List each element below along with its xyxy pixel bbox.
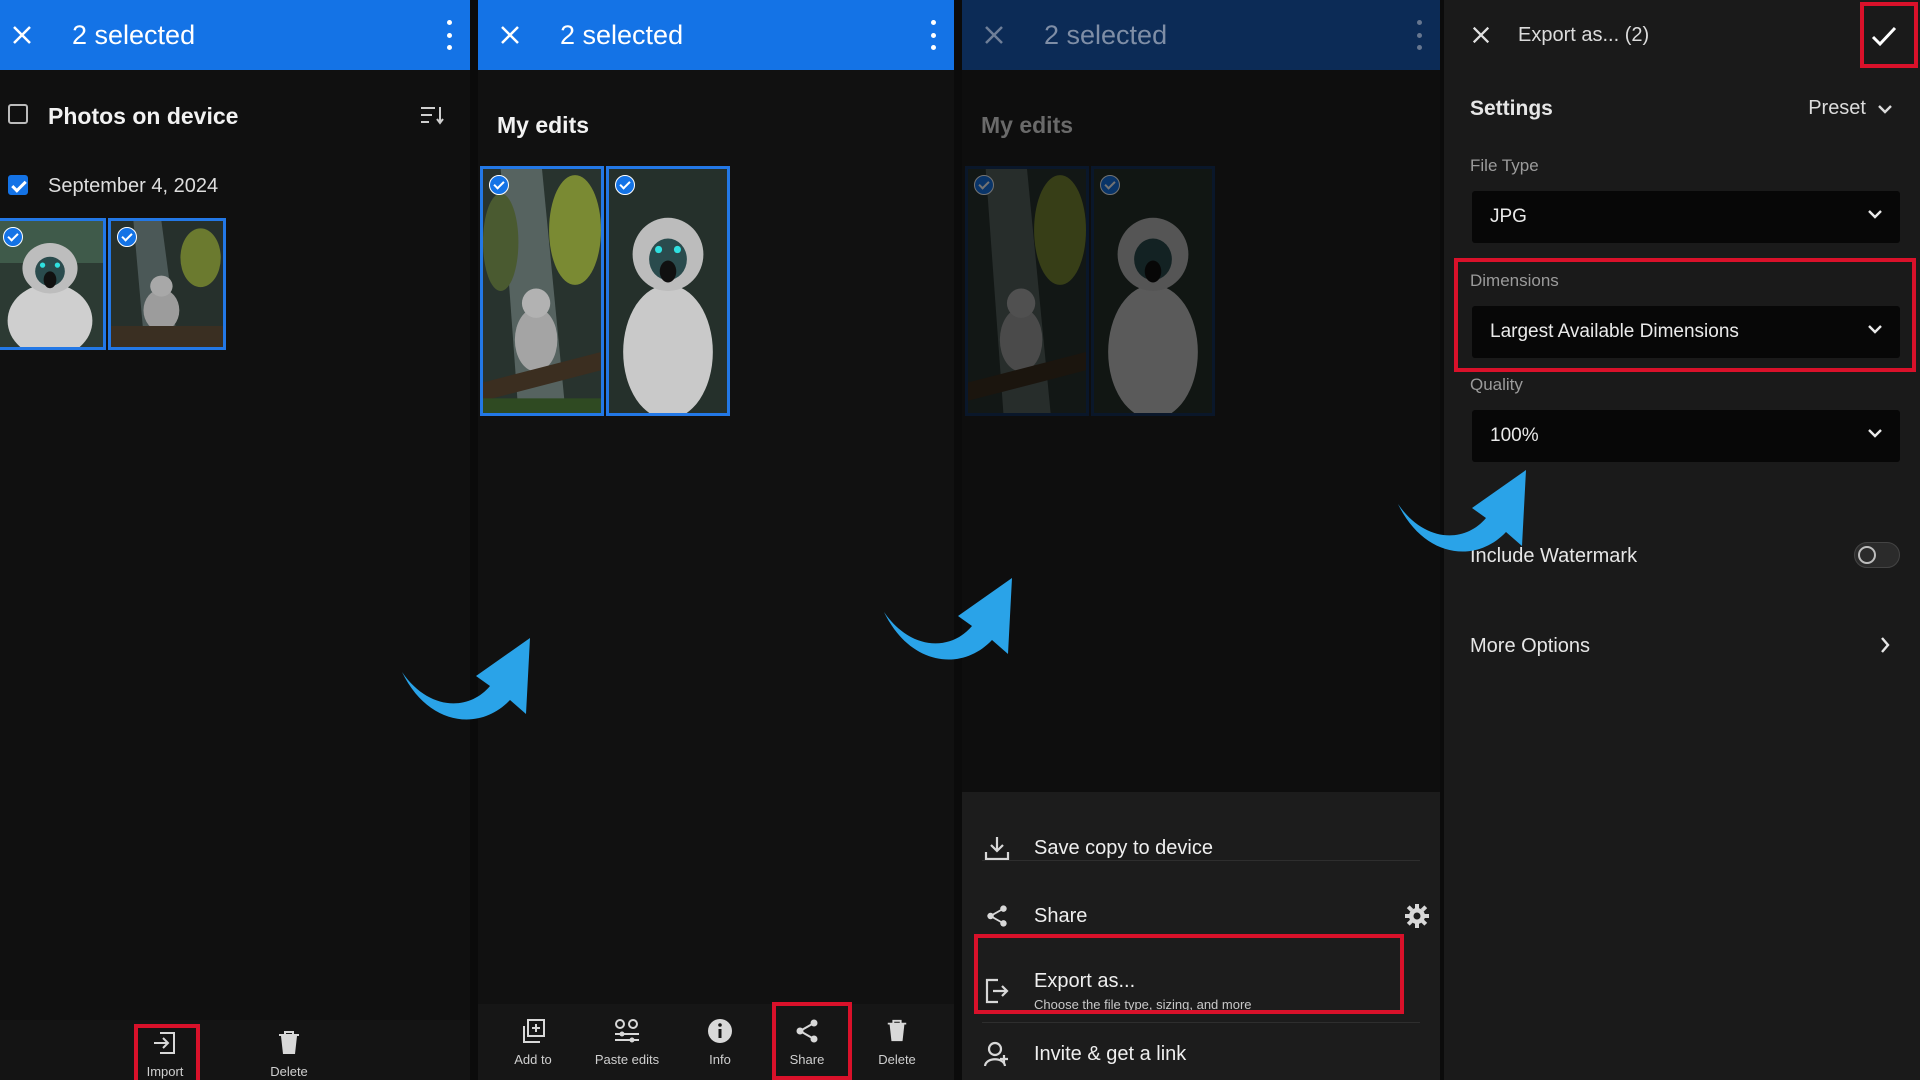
flow-arrow-icon <box>402 638 530 720</box>
quality-value: 100% <box>1490 425 1539 446</box>
preset-dropdown[interactable]: Preset <box>1808 97 1892 120</box>
file-type-select[interactable]: JPG <box>1472 191 1900 243</box>
menu-item-label: Save copy to device <box>1034 836 1213 859</box>
bottom-toolbar: Import Delete <box>0 1020 470 1080</box>
monkey-screaming-image <box>1094 169 1212 413</box>
selected-check-icon <box>3 227 23 247</box>
confirm-highlight-box <box>1860 2 1918 68</box>
export-as-highlight-box <box>974 934 1404 1014</box>
file-type-label: File Type <box>1470 156 1539 175</box>
monkey-screaming-image <box>609 169 727 413</box>
invite-get-link-item[interactable]: Invite & get a link <box>962 1028 1440 1080</box>
photo-thumbnail[interactable] <box>0 218 106 350</box>
more-options-row[interactable]: More Options <box>1444 620 1920 676</box>
flow-arrow-icon <box>1398 470 1526 552</box>
tool-label: Delete <box>878 1052 916 1067</box>
sort-filter-icon[interactable] <box>420 104 444 131</box>
photo-thumbnail[interactable] <box>480 166 604 416</box>
photo-thumbnail[interactable] <box>965 166 1089 416</box>
tool-label: Add to <box>514 1052 552 1067</box>
selected-check-icon <box>974 175 994 195</box>
selection-app-bar: 2 selected <box>962 0 1440 70</box>
monkey-jungle-image <box>968 169 1086 413</box>
selected-check-icon <box>615 175 635 195</box>
close-export-button[interactable] <box>1466 20 1496 50</box>
trash-icon <box>279 1031 299 1054</box>
export-header: Export as... (2) <box>1444 0 1920 70</box>
tool-label: Info <box>709 1052 731 1067</box>
section-title: My edits <box>497 112 590 138</box>
export-title: Export as... (2) <box>1518 23 1650 46</box>
close-icon <box>13 26 31 44</box>
file-type-value: JPG <box>1490 206 1527 227</box>
share-settings-gear-icon[interactable] <box>1404 903 1430 934</box>
menu-item-label: Invite & get a link <box>1034 1042 1187 1065</box>
selected-check-icon <box>489 175 509 195</box>
info-button[interactable]: Info <box>675 1016 765 1067</box>
close-icon <box>985 26 1003 44</box>
chevron-right-icon <box>1881 637 1890 653</box>
photo-thumbnail[interactable] <box>606 166 730 416</box>
invite-user-icon <box>984 1041 1008 1067</box>
close-selection-button[interactable] <box>490 15 530 55</box>
panel-my-edits: 2 selected My edits Add to Paste edits I… <box>478 0 954 1080</box>
selected-check-icon <box>1100 175 1120 195</box>
selection-app-bar: 2 selected <box>478 0 954 70</box>
selection-count-title: 2 selected <box>560 19 684 50</box>
info-icon <box>708 1019 732 1043</box>
paste-edits-icon <box>615 1019 639 1043</box>
chevron-down-icon <box>1868 210 1882 219</box>
selection-count-title: 2 selected <box>1044 19 1168 50</box>
preset-label: Preset <box>1808 97 1866 119</box>
panel-share-sheet: 2 selected My edits Save copy to device <box>962 0 1440 1080</box>
divider <box>982 860 1420 861</box>
close-icon <box>501 26 519 44</box>
close-icon <box>1472 26 1490 44</box>
photo-thumbnail[interactable] <box>1091 166 1215 416</box>
save-copy-to-device-item[interactable]: Save copy to device <box>962 818 1440 878</box>
flow-arrow-icon <box>884 578 1012 660</box>
selection-app-bar: 2 selected <box>0 0 470 70</box>
divider <box>982 1022 1420 1023</box>
monkey-jungle-image <box>483 169 601 413</box>
import-highlight-box <box>134 1024 200 1080</box>
download-icon <box>984 837 1010 861</box>
delete-button[interactable]: Delete <box>244 1028 334 1079</box>
date-group-checkbox[interactable] <box>8 175 28 195</box>
quality-label: Quality <box>1470 375 1523 394</box>
more-menu-icon[interactable] <box>444 20 454 50</box>
paste-edits-button[interactable]: Paste edits <box>582 1016 672 1067</box>
panel-photos-on-device: 2 selected Photos on device September 4,… <box>0 0 470 1080</box>
chevron-down-icon <box>1878 104 1892 114</box>
add-to-button[interactable]: Add to <box>488 1016 578 1067</box>
add-to-icon <box>523 1019 545 1043</box>
section-title: Photos on device <box>48 103 239 129</box>
chevron-down-icon <box>1868 429 1882 438</box>
trash-icon <box>887 1019 907 1042</box>
more-menu-icon[interactable] <box>1414 20 1424 50</box>
section-title: My edits <box>981 112 1074 138</box>
tool-label: Paste edits <box>594 1052 660 1067</box>
photo-thumbnail[interactable] <box>108 218 226 350</box>
quality-select[interactable]: 100% <box>1472 410 1900 462</box>
select-all-checkbox[interactable] <box>8 104 28 124</box>
close-selection-button[interactable] <box>2 15 42 55</box>
close-selection-button[interactable] <box>974 15 1014 55</box>
menu-item-label: Share <box>1034 904 1088 927</box>
tool-label: Delete <box>270 1064 308 1079</box>
share-icon <box>987 905 1007 927</box>
settings-heading: Settings <box>1470 97 1553 120</box>
more-options-label: More Options <box>1470 635 1591 657</box>
delete-button[interactable]: Delete <box>852 1016 942 1067</box>
share-highlight-box <box>772 1002 852 1080</box>
bottom-toolbar: Add to Paste edits Info Share Delete <box>478 1004 954 1080</box>
date-group-label: September 4, 2024 <box>48 175 219 197</box>
selection-count-title: 2 selected <box>72 19 196 50</box>
selected-check-icon <box>117 227 137 247</box>
dimensions-highlight-box <box>1454 258 1916 372</box>
include-watermark-toggle[interactable] <box>1854 542 1900 568</box>
more-menu-icon[interactable] <box>928 20 938 50</box>
